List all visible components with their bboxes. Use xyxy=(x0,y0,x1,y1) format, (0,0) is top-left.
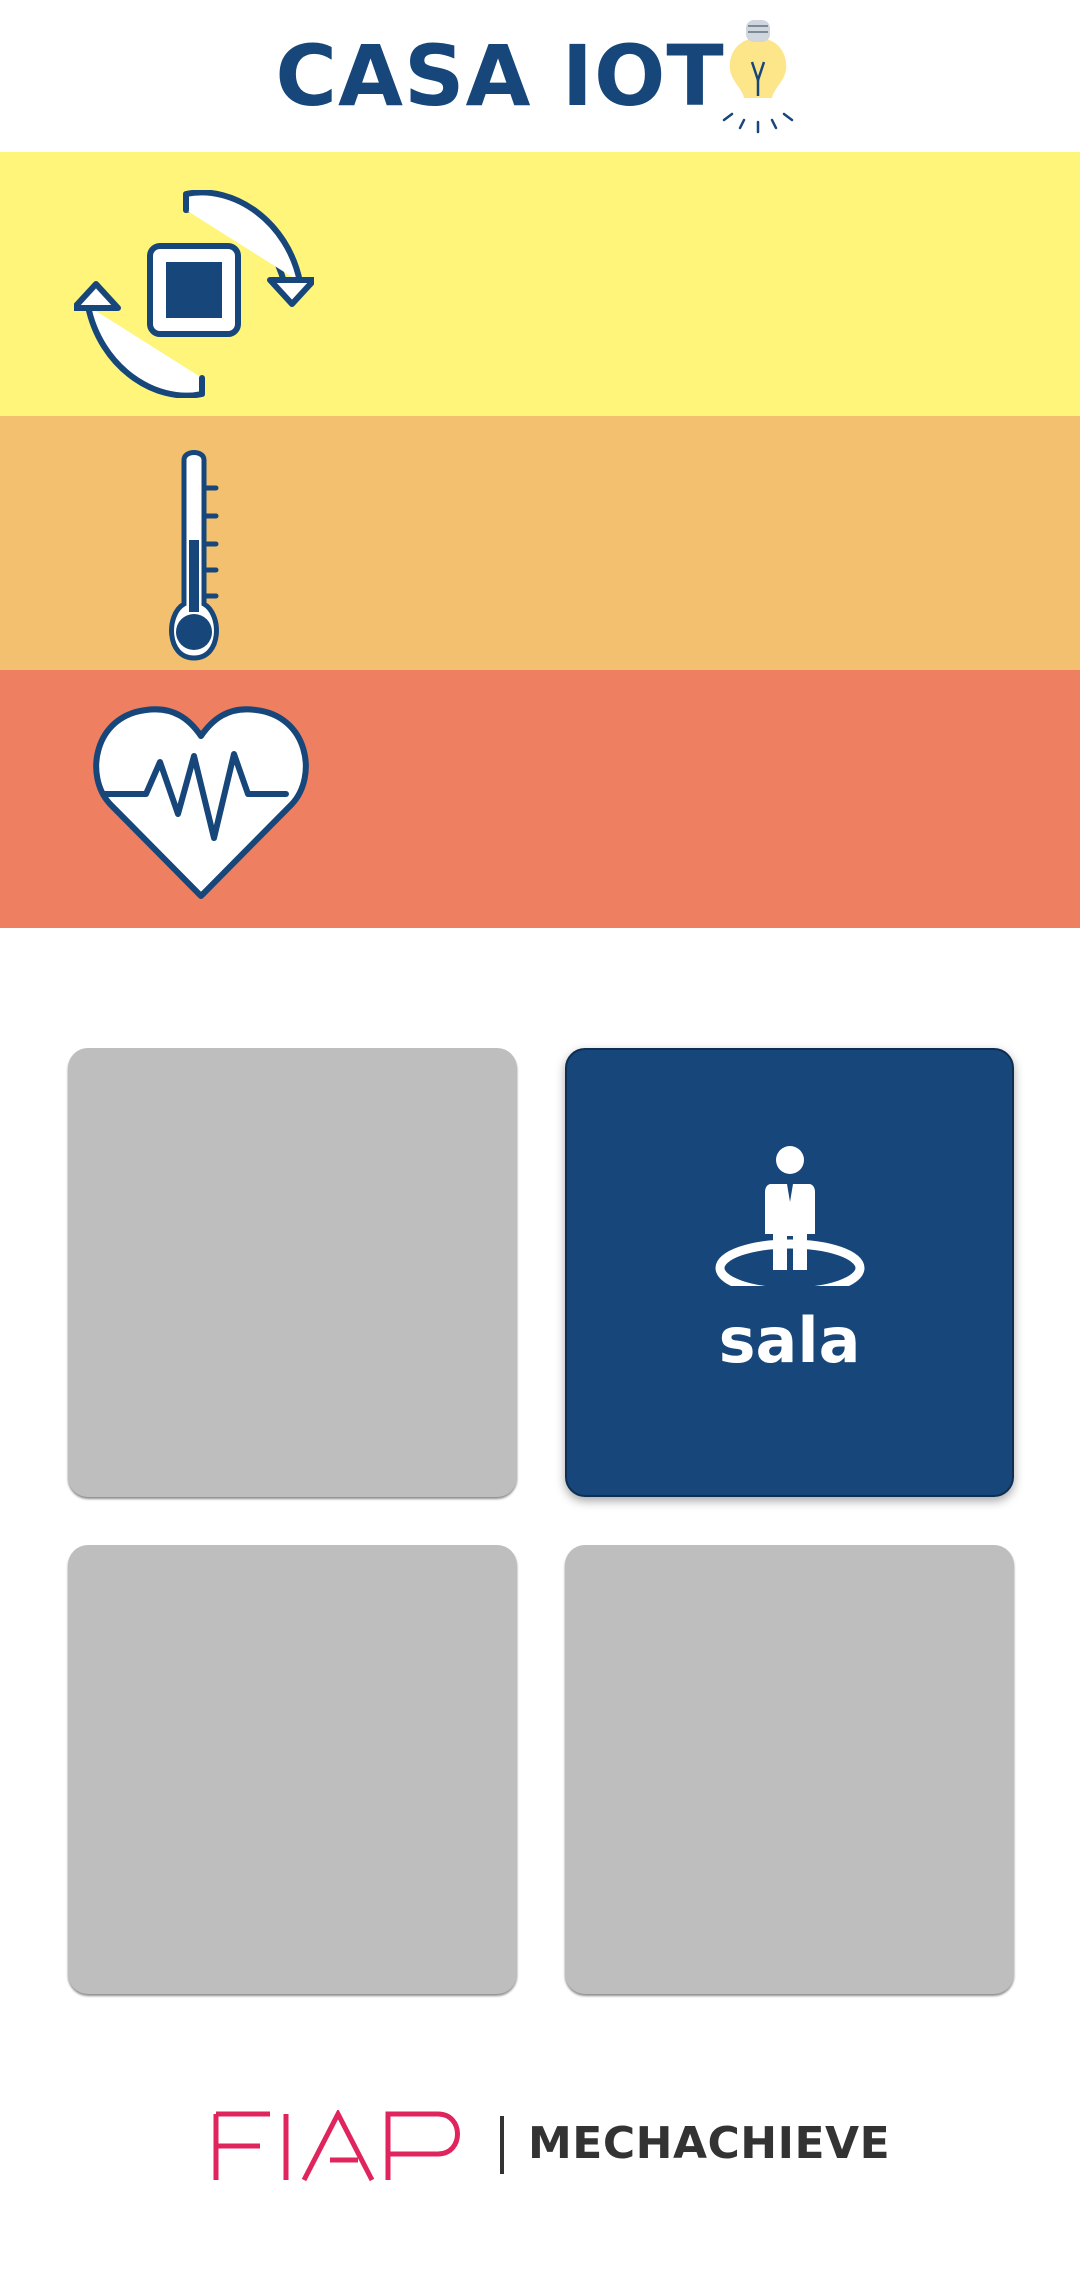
thermometer-icon[interactable] xyxy=(156,444,232,664)
rotate-stop-icon[interactable] xyxy=(74,190,314,398)
heart-pulse-icon[interactable] xyxy=(90,696,312,900)
fiap-logo xyxy=(213,2110,460,2182)
heart-rate-band xyxy=(0,670,1080,928)
room-tile-4[interactable] xyxy=(565,1545,1014,1994)
footer-brand: MECHACHIEVE xyxy=(528,2118,891,2169)
room-tile-sala[interactable]: sala xyxy=(565,1048,1014,1497)
footer-divider xyxy=(500,2116,504,2174)
app-header: CASA IOT xyxy=(0,0,1080,152)
room-tile-label: sala xyxy=(718,1304,861,1377)
light-bulb-icon xyxy=(722,20,794,134)
temperature-band xyxy=(0,416,1080,670)
room-tile-3[interactable] xyxy=(68,1545,517,1994)
room-tile-1[interactable] xyxy=(68,1048,517,1497)
page-title: CASA IOT xyxy=(275,27,725,125)
footer: MECHACHIEVE xyxy=(0,2110,1080,2190)
person-standing-icon xyxy=(715,1146,865,1286)
mode-band xyxy=(0,152,1080,416)
